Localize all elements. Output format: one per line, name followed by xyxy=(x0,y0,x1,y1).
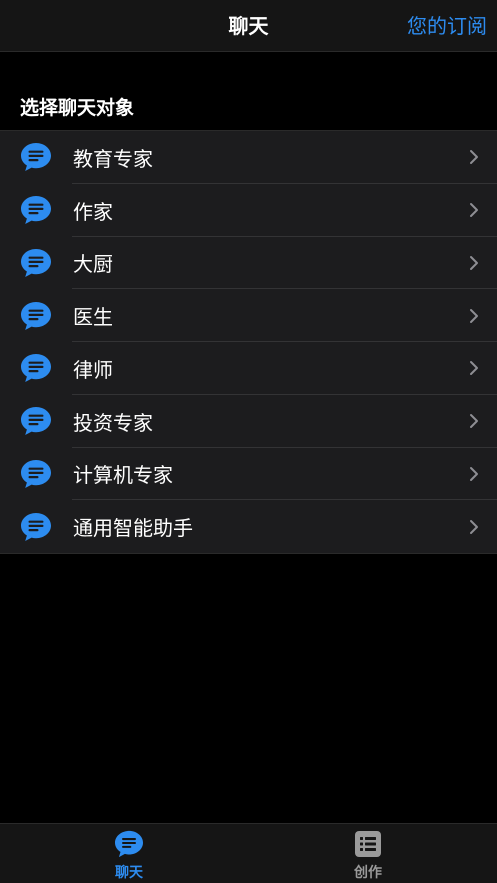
list-item-label: 大厨 xyxy=(73,252,113,277)
list-item-label: 计算机专家 xyxy=(73,463,173,488)
tab-create[interactable]: 创作 xyxy=(244,824,492,883)
list-item[interactable]: 律师 xyxy=(0,342,497,395)
tab-create-label: 创作 xyxy=(354,865,382,881)
chat-bubble-icon xyxy=(21,196,51,225)
list-item-label: 通用智能助手 xyxy=(73,516,193,541)
list-icon xyxy=(355,831,381,857)
list-item[interactable]: 投资专家 xyxy=(0,395,497,448)
list-item-label: 投资专家 xyxy=(73,410,153,435)
chat-target-list: 教育专家作家大厨医生律师投资专家计算机专家通用智能助手 xyxy=(0,130,497,554)
list-item[interactable]: 教育专家 xyxy=(0,131,497,184)
chat-screen: 聊天 您的订阅 选择聊天对象 教育专家作家大厨医生律师投资专家计算机专家通用智能… xyxy=(0,0,497,883)
chat-bubble-icon xyxy=(21,459,51,488)
list-item[interactable]: 通用智能助手 xyxy=(0,500,497,553)
list-item[interactable]: 医生 xyxy=(0,289,497,342)
list-item-label: 医生 xyxy=(73,305,113,330)
tab-chat[interactable]: 聊天 xyxy=(5,824,253,883)
list-item[interactable]: 计算机专家 xyxy=(0,448,497,501)
list-item-label: 作家 xyxy=(73,199,113,224)
list-item-label: 律师 xyxy=(73,357,113,382)
chat-bubble-icon xyxy=(21,301,51,330)
chevron-right-icon xyxy=(470,150,478,165)
chat-bubble-icon xyxy=(21,512,51,541)
list-item-label: 教育专家 xyxy=(73,146,153,171)
chat-bubble-icon xyxy=(115,830,143,858)
list-item[interactable]: 大厨 xyxy=(0,237,497,290)
tab-chat-label: 聊天 xyxy=(115,865,143,881)
tab-bar: 聊天 创作 xyxy=(0,823,497,883)
subscription-link[interactable]: 您的订阅 xyxy=(407,0,487,52)
chevron-right-icon xyxy=(470,414,478,429)
chevron-right-icon xyxy=(470,203,478,218)
list-item[interactable]: 作家 xyxy=(0,184,497,237)
chevron-right-icon xyxy=(470,308,478,323)
chevron-right-icon xyxy=(470,466,478,481)
chat-bubble-icon xyxy=(21,354,51,383)
chat-bubble-icon xyxy=(21,407,51,436)
navigation-bar: 聊天 您的订阅 xyxy=(0,0,497,52)
chevron-right-icon xyxy=(470,361,478,376)
chevron-right-icon xyxy=(470,519,478,534)
chat-bubble-icon xyxy=(21,143,51,172)
section-header: 选择聊天对象 xyxy=(20,97,135,119)
chat-bubble-icon xyxy=(21,248,51,277)
chevron-right-icon xyxy=(470,255,478,270)
